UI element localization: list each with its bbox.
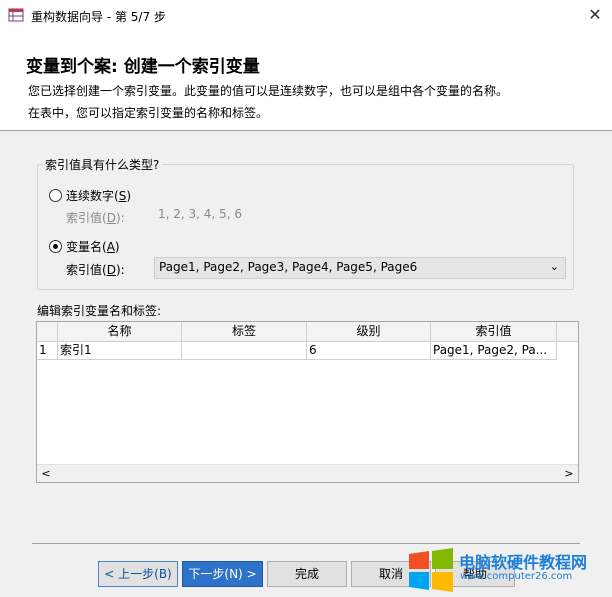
scroll-left-icon[interactable]: <: [39, 465, 53, 482]
radio-selected-dot: [53, 244, 58, 249]
column-header-label[interactable]: 标签: [182, 322, 307, 342]
row-number-cell: 1: [37, 342, 58, 360]
name-cell[interactable]: 索引1: [58, 342, 182, 360]
variable-values-label: 索引值(D):: [66, 263, 125, 277]
scroll-right-icon[interactable]: >: [562, 465, 576, 482]
label-cell[interactable]: [182, 342, 307, 360]
header-filler: [557, 322, 578, 342]
column-header-level[interactable]: 级别: [307, 322, 431, 342]
horizontal-scrollbar[interactable]: < >: [37, 464, 578, 482]
sequential-values-label: 索引值(D):: [66, 211, 125, 225]
next-button[interactable]: 下一步(N) >: [182, 561, 263, 587]
radio-sequential-label[interactable]: 连续数字(S): [66, 187, 131, 204]
close-icon[interactable]: ✕: [582, 3, 608, 27]
radio-variable-names-label[interactable]: 变量名(A): [66, 238, 120, 255]
wizard-app-icon: [8, 8, 24, 22]
row-number-header: [37, 322, 58, 342]
sequential-values-text: 1, 2, 3, 4, 5, 6: [158, 207, 242, 221]
description-line-2: 在表中，您可以指定索引变量的名称和标签。: [28, 106, 269, 120]
group-legend: 索引值具有什么类型?: [42, 156, 163, 173]
description-line-1: 您已选择创建一个索引变量。此变量的值可以是连续数字，也可以是组中各个变量的名称。: [28, 84, 509, 98]
watermark-url: www.computer26.com: [460, 571, 573, 582]
back-button[interactable]: < 上一步(B): [98, 561, 178, 587]
radio-variable-names[interactable]: [49, 240, 62, 253]
index-values-dropdown[interactable]: Page1, Page2, Page3, Page4, Page5, Page6…: [154, 257, 566, 279]
footer-divider: [32, 543, 580, 544]
chevron-down-icon[interactable]: ⌄: [550, 260, 559, 273]
header-divider: [0, 130, 612, 131]
radio-sequential-numbers[interactable]: [49, 189, 62, 202]
dropdown-selected-value: Page1, Page2, Page3, Page4, Page5, Page6: [159, 260, 418, 274]
page-title: 变量到个案: 创建一个索引变量: [26, 57, 260, 77]
grid-label: 编辑索引变量名和标签:: [37, 304, 162, 318]
index-values-cell[interactable]: Page1, Page2, Pa...: [431, 342, 557, 360]
watermark-title: 电脑软硬件教程网: [459, 553, 588, 572]
window-title: 重构数据向导 - 第 5/7 步: [31, 10, 166, 24]
windows-logo-icon: [409, 548, 453, 592]
index-variable-table: 名称 标签 级别 索引值 1 索引1 6 Page1, Page2, Pa...…: [36, 321, 579, 483]
finish-button[interactable]: 完成: [267, 561, 347, 587]
level-cell[interactable]: 6: [307, 342, 431, 360]
column-header-index-values[interactable]: 索引值: [431, 322, 557, 342]
column-header-name[interactable]: 名称: [58, 322, 182, 342]
